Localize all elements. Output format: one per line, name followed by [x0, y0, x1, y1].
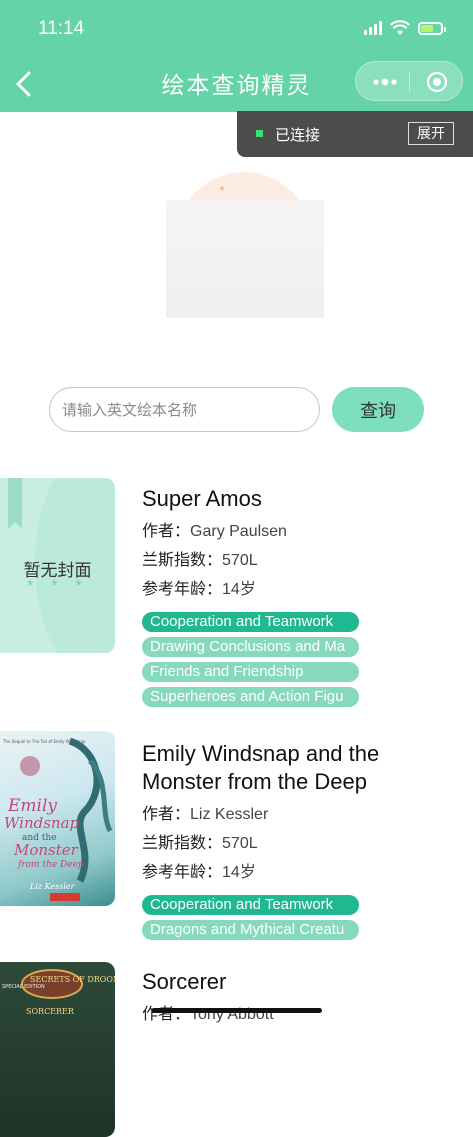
- more-icon[interactable]: [372, 75, 398, 89]
- search-input[interactable]: [49, 387, 320, 432]
- nav-bar: 绘本查询精灵: [0, 58, 473, 112]
- book-tags: Cooperation and Teamwork Drawing Conclus…: [142, 612, 459, 707]
- book-tag[interactable]: Drawing Conclusions and Ma: [142, 637, 359, 657]
- cover-title-line: from the Deep: [17, 860, 84, 870]
- book-info: Super Amos 作者：Gary Paulsen 兰斯指数：570L 参考年…: [142, 485, 459, 712]
- book-lexile: 兰斯指数：570L: [142, 833, 258, 852]
- hero-illustration: ✦: [166, 172, 324, 320]
- capsule-divider: [409, 72, 410, 92]
- home-indicator: [152, 1008, 322, 1013]
- book-info: Emily Windsnap and the Monster from the …: [142, 740, 459, 945]
- book-lexile: 兰斯指数：570L: [142, 550, 258, 569]
- cover-series-text: SECRETS OF DROON: [30, 975, 115, 984]
- cover-title-line: Windsnap: [4, 814, 80, 832]
- book-title: Emily Windsnap and the Monster from the …: [142, 741, 380, 794]
- book-info: Sorcerer 作者：Tony Abbott: [142, 968, 459, 1025]
- cover-special-text: SPECIAL EDITION: [2, 984, 45, 990]
- sparkle-icon: ✦: [218, 184, 227, 195]
- cover-title-line: Emily: [7, 796, 57, 816]
- book-tag[interactable]: Cooperation and Teamwork: [142, 895, 359, 915]
- mini-program-capsule: [355, 61, 463, 101]
- book-cover-art: SECRETS OF DROON SPECIAL EDITION SORCERE…: [2, 969, 115, 1016]
- cover-text: SORCERER: [26, 1007, 75, 1016]
- connection-status-text: 已连接: [275, 126, 321, 144]
- connection-status-dot: [256, 130, 263, 137]
- book-age: 参考年龄：14岁: [142, 862, 256, 881]
- book-tag[interactable]: Friends and Friendship: [142, 662, 359, 682]
- search-button[interactable]: 查询: [332, 387, 424, 432]
- expand-button[interactable]: 展开: [408, 122, 454, 145]
- book-tag[interactable]: Dragons and Mythical Creatu: [142, 920, 359, 940]
- cover-title-line: Monster: [13, 841, 79, 859]
- book-title: Sorcerer: [142, 969, 227, 994]
- book-cover-art: The Sequel to The Tail of Emily Windsnap…: [2, 737, 113, 901]
- close-target-icon[interactable]: [426, 71, 448, 93]
- book-cover: SECRETS OF DROON SPECIAL EDITION SORCERE…: [0, 962, 115, 1137]
- status-time: 11:14: [38, 18, 85, 39]
- signal-icon: [364, 21, 382, 35]
- status-icons: [364, 20, 446, 36]
- cover-top-text: The Sequel to The Tail of Emily Windsnap: [2, 739, 86, 744]
- book-tag[interactable]: Cooperation and Teamwork: [142, 612, 359, 632]
- status-bar: 11:14: [0, 0, 473, 58]
- bookmark-icon: [8, 478, 22, 529]
- book-cover-placeholder: 暂无封面 ★ ★ ★: [0, 478, 115, 653]
- book-tag[interactable]: Superheroes and Action Figu: [142, 687, 359, 707]
- book-cover: The Sequel to The Tail of Emily Windsnap…: [0, 731, 115, 906]
- book-age: 参考年龄：14岁: [142, 579, 256, 598]
- book-author: 作者：Liz Kessler: [142, 804, 269, 823]
- hero-image: [166, 200, 324, 318]
- stars-icon: ★ ★ ★: [25, 578, 90, 589]
- connection-panel: 已连接 展开: [237, 111, 473, 157]
- wifi-icon: [390, 20, 410, 35]
- cover-author-text: Liz Kessler: [29, 882, 76, 891]
- battery-icon: [418, 21, 446, 35]
- book-tags: Cooperation and Teamwork Dragons and Myt…: [142, 895, 459, 940]
- book-title: Super Amos: [142, 486, 262, 511]
- book-author: 作者：Gary Paulsen: [142, 521, 287, 540]
